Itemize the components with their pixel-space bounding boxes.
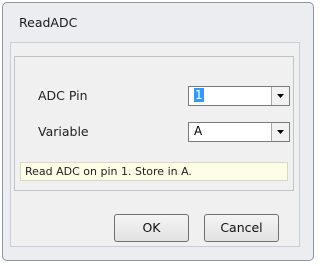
variable-value: A (194, 124, 203, 138)
adc-pin-dropdown[interactable]: 1 (188, 86, 290, 106)
chevron-down-icon[interactable] (271, 87, 289, 105)
variable-dropdown[interactable]: A (188, 122, 290, 142)
cancel-button[interactable]: Cancel (204, 214, 279, 242)
status-description: Read ADC on pin 1. Store in A. (20, 162, 288, 181)
ok-button[interactable]: OK (114, 214, 189, 242)
adc-pin-value: 1 (194, 88, 204, 102)
adc-pin-label: ADC Pin (38, 88, 88, 103)
window-title: ReadADC (19, 15, 78, 30)
chevron-down-icon[interactable] (271, 123, 289, 141)
variable-label: Variable (38, 124, 89, 139)
